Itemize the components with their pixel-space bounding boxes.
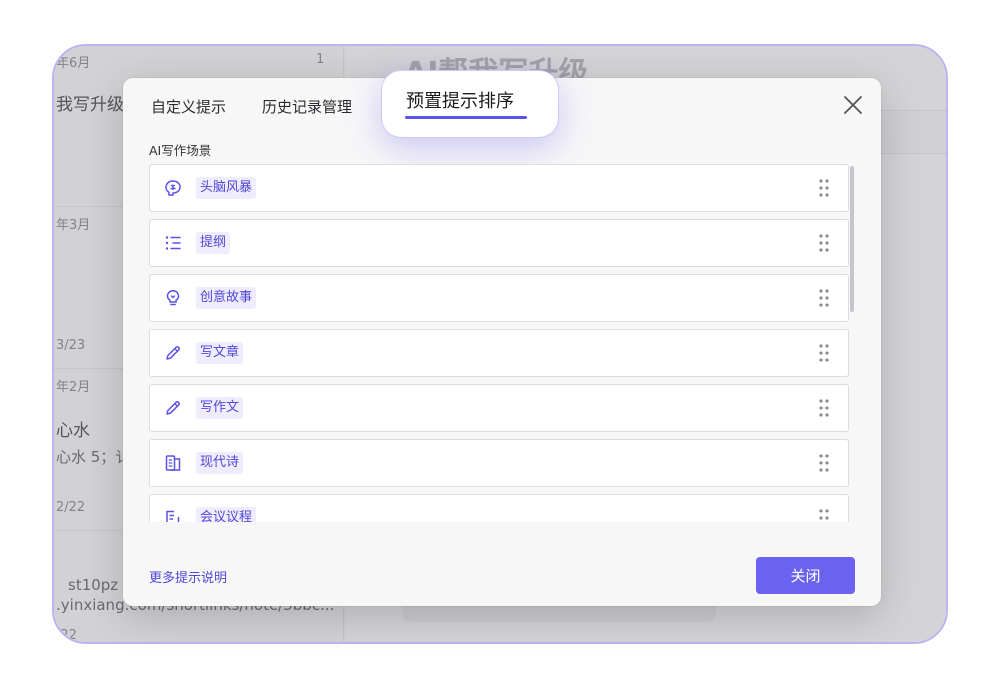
prompt-settings-dialog: 自定义提示 历史记录管理 预置提示排序 AI写作场景 头脑风暴 提纲 创意故事 … bbox=[123, 70, 881, 606]
list-item[interactable]: 创意故事 bbox=[149, 274, 849, 322]
drag-handle-icon[interactable] bbox=[818, 398, 830, 418]
list-item[interactable]: 写作文 bbox=[149, 384, 849, 432]
lightbulb-icon bbox=[166, 290, 180, 306]
drag-handle-icon[interactable] bbox=[818, 508, 830, 522]
list-item[interactable]: 提纲 bbox=[149, 219, 849, 267]
pencil-icon bbox=[166, 346, 180, 360]
list-item[interactable]: 现代诗 bbox=[149, 439, 849, 487]
item-label: 提纲 bbox=[196, 232, 231, 254]
item-label: 现代诗 bbox=[196, 452, 244, 474]
outline-list-icon bbox=[165, 236, 181, 250]
item-label: 写文章 bbox=[196, 342, 244, 364]
tab-custom-prompts[interactable]: 自定义提示 bbox=[151, 96, 226, 117]
close-icon[interactable] bbox=[841, 93, 865, 117]
more-prompt-info-link[interactable]: 更多提示说明 bbox=[149, 567, 227, 586]
poem-book-icon bbox=[165, 455, 181, 471]
tab-label: 预置提示排序 bbox=[406, 91, 514, 112]
brain-icon bbox=[165, 180, 181, 196]
drag-handle-icon[interactable] bbox=[818, 233, 830, 253]
active-tab-indicator bbox=[405, 116, 527, 119]
drag-handle-icon[interactable] bbox=[818, 178, 830, 198]
list-item[interactable]: 头脑风暴 bbox=[149, 164, 849, 212]
tab-history-management[interactable]: 历史记录管理 bbox=[262, 96, 352, 117]
tab-preset-prompt-order[interactable]: 预置提示排序 bbox=[381, 70, 559, 138]
pencil-icon bbox=[166, 401, 180, 415]
list-item[interactable]: 会议议程 bbox=[149, 494, 849, 522]
close-button[interactable]: 关闭 bbox=[756, 557, 855, 594]
list-item[interactable]: 写文章 bbox=[149, 329, 849, 377]
section-label: AI写作场景 bbox=[149, 143, 212, 158]
drag-handle-icon[interactable] bbox=[818, 343, 830, 363]
drag-handle-icon[interactable] bbox=[818, 288, 830, 308]
preset-prompt-list: 头脑风暴 提纲 创意故事 写文章 写作文 现代诗 会议议程 bbox=[149, 164, 849, 522]
item-label: 创意故事 bbox=[196, 287, 257, 309]
drag-handle-icon[interactable] bbox=[818, 453, 830, 473]
list-scrollbar[interactable] bbox=[850, 166, 854, 312]
item-label: 会议议程 bbox=[196, 507, 257, 522]
item-label: 写作文 bbox=[196, 397, 244, 419]
item-label: 头脑风暴 bbox=[196, 177, 257, 199]
agenda-icon bbox=[166, 510, 180, 522]
